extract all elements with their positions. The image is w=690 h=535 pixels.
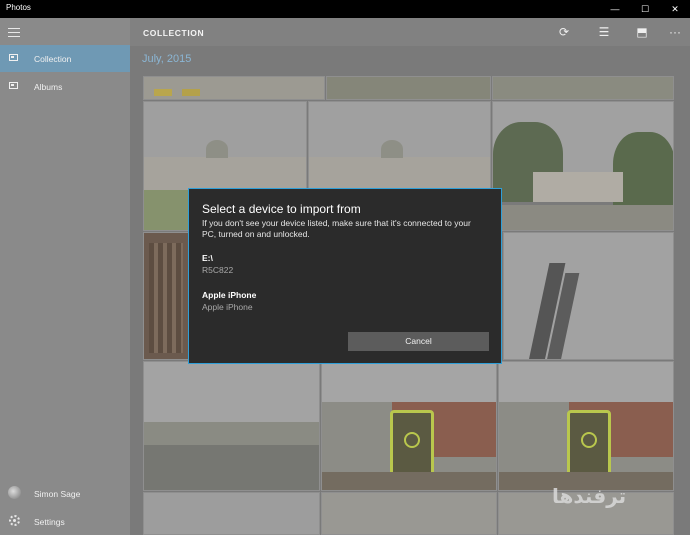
sidebar-item-albums[interactable]: Albums (0, 73, 130, 100)
sidebar-item-label: Collection (34, 54, 72, 64)
device-option-drive[interactable]: E:\ R5C822 (202, 253, 233, 275)
photo-tile[interactable] (492, 76, 674, 100)
hamburger-icon[interactable] (8, 28, 20, 37)
photo-tile[interactable] (143, 232, 189, 360)
device-option-iphone[interactable]: Apple iPhone Apple iPhone (202, 290, 256, 312)
photo-tile[interactable] (492, 101, 674, 231)
photo-tile[interactable] (498, 361, 674, 491)
close-button[interactable]: ✕ (660, 0, 690, 18)
photo-tile[interactable] (321, 361, 497, 491)
sidebar-item-label: Albums (34, 82, 63, 92)
maximize-button[interactable]: ☐ (630, 0, 660, 18)
refresh-icon[interactable]: ⟳ (557, 25, 571, 39)
device-name: Apple iPhone (202, 290, 257, 300)
dialog-message: If you don't see your device listed, mak… (202, 218, 471, 239)
photo-tile[interactable] (326, 76, 491, 100)
photos-icon (9, 54, 18, 61)
page-title: COLLECTION (143, 28, 205, 38)
photo-tile[interactable] (321, 492, 497, 535)
watermark-logo: ترفندها (552, 486, 627, 508)
user-name: Simon Sage (34, 489, 81, 499)
sidebar-item-collection[interactable]: Collection (0, 45, 130, 72)
dialog-title: Select a device to import from (202, 202, 361, 216)
select-icon[interactable]: ☰ (597, 25, 611, 39)
date-header[interactable]: July, 2015 (142, 53, 191, 65)
albums-icon (9, 82, 18, 89)
sidebar-item-label: Settings (34, 517, 65, 527)
photo-tile[interactable] (503, 232, 674, 360)
cancel-button[interactable]: Cancel (348, 332, 489, 351)
more-icon[interactable]: ··· (668, 25, 682, 39)
device-subtitle: R5C822 (202, 265, 234, 275)
minimize-button[interactable]: — (600, 0, 630, 18)
window-titlebar: Photos — ☐ ✕ (0, 0, 690, 18)
avatar (8, 486, 21, 499)
device-name: E:\ (202, 253, 213, 263)
gear-icon (9, 515, 20, 526)
import-icon[interactable]: ⬒ (635, 25, 649, 39)
photo-tile[interactable] (143, 76, 325, 100)
sidebar: Collection Albums Simon Sage Settings (0, 18, 130, 535)
toolbar: COLLECTION ⟳ ☰ ⬒ ··· (130, 18, 690, 46)
import-device-dialog: Select a device to import from If you do… (188, 188, 502, 364)
photo-tile[interactable] (143, 361, 320, 491)
window-title: Photos (6, 3, 31, 12)
photo-tile[interactable] (143, 492, 320, 535)
device-subtitle: Apple iPhone (202, 302, 253, 312)
